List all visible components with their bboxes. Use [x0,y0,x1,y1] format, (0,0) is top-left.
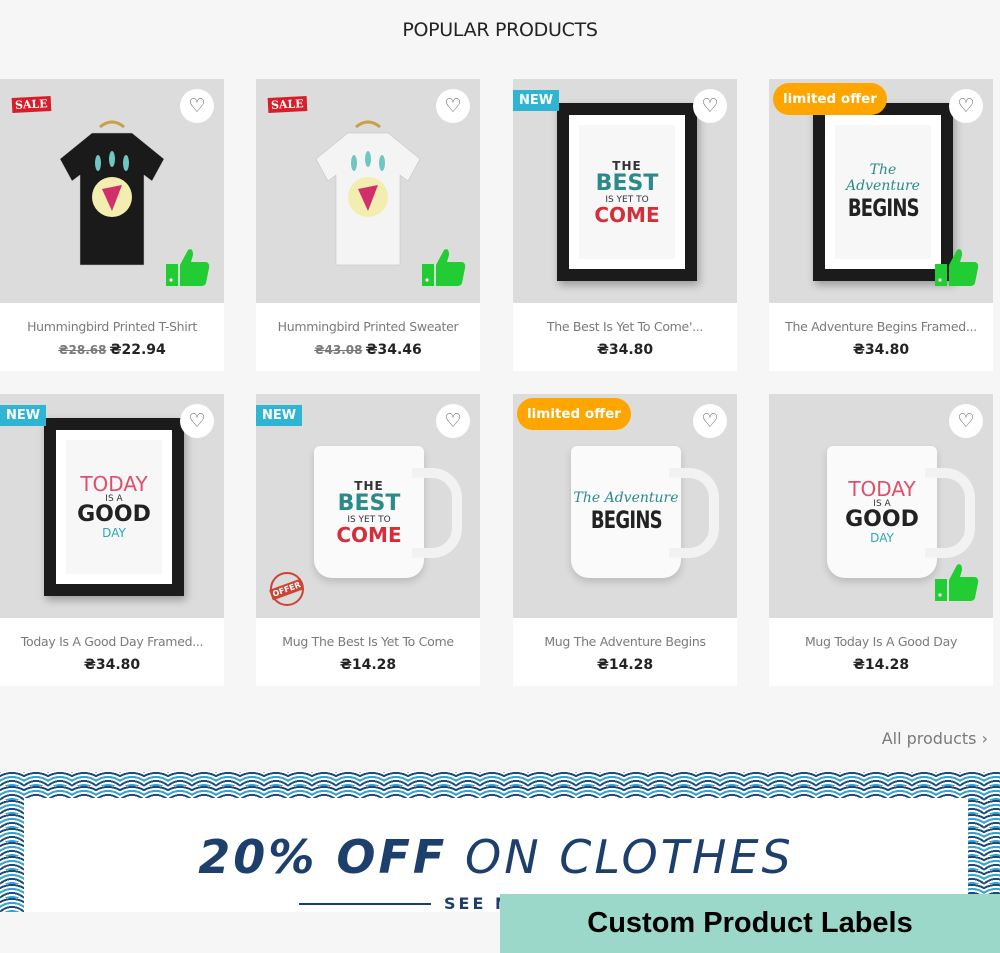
product-image[interactable]: The Adventure BEGINS limited offer ♡ [513,394,737,618]
current-price: ₴34.80 [83,657,141,673]
tshirt-image [59,120,165,266]
product-price: ₴43.08 ₴34.46 [256,342,480,358]
product-name[interactable]: Mug Today Is A Good Day [769,634,993,649]
wishlist-heart-icon[interactable]: ♡ [180,89,214,123]
current-price: ₴34.46 [365,342,422,358]
poster-text: BEST [595,171,659,196]
product-card[interactable]: THE BEST IS YET TO COME NEW ♡ The Best Is Ye… [513,79,737,371]
product-name[interactable]: Mug The Best Is Yet To Come [256,634,480,649]
product-card[interactable]: THE BEST IS YET TO COME NEW OFFER ♡ Mug The … [256,394,480,686]
poster-text: TODAY [848,477,916,501]
poster-text: The Adventure [846,162,920,194]
wishlist-heart-icon[interactable]: ♡ [436,404,470,438]
poster-text: DAY [102,526,126,540]
mug-image: THE BEST IS YET TO COME [314,446,462,578]
product-image[interactable]: TODAY IS A GOOD DAY NEW ♡ [0,394,224,618]
product-price: ₴34.80 [513,342,737,358]
product-name[interactable]: Hummingbird Printed Sweater [256,319,480,334]
banner-divider [299,903,431,905]
product-image[interactable]: THE BEST IS YET TO COME NEW ♡ [513,79,737,303]
product-image[interactable]: SALE ♡ [0,79,224,303]
thumbs-up-icon [935,247,979,287]
thumbs-up-icon [166,247,210,287]
product-image[interactable]: The Adventure BEGINS limited offer ♡ [769,79,993,303]
all-products-link[interactable]: All products › [882,729,988,748]
limited-badge: limited offer [517,398,631,430]
framed-poster-image: The Adventure BEGINS [813,103,953,281]
wishlist-heart-icon[interactable]: ♡ [180,404,214,438]
old-price: ₴28.68 [58,343,107,357]
promo-banner[interactable]: 20% OFF ON CLOTHES SEE M [0,772,1000,913]
thumbs-up-icon [935,562,979,602]
poster-text: COME [594,203,660,227]
new-badge: NEW [513,90,560,111]
product-name[interactable]: The Adventure Begins Framed... [769,319,993,334]
framed-poster-image: THE BEST IS YET TO COME [557,103,697,281]
poster-text: COME [336,523,402,547]
product-price: ₴34.80 [769,342,993,358]
current-price: ₴22.94 [109,342,166,358]
chevron-right-icon: › [981,729,988,748]
new-badge: NEW [0,405,47,426]
product-image[interactable]: THE BEST IS YET TO COME NEW OFFER ♡ [256,394,480,618]
product-card[interactable]: The Adventure BEGINS limited offer ♡ Mug T… [513,394,737,686]
sweater-image [315,120,421,266]
thumbs-up-icon [422,247,466,287]
poster-text: DAY [870,531,894,545]
overlay-label: Custom Product Labels [500,894,1000,953]
sale-badge: SALE [11,95,51,114]
current-price: ₴14.28 [596,657,654,673]
product-card[interactable]: TODAY IS A GOOD DAY NEW ♡ Today Is A Good Da… [0,394,224,686]
banner-headline: 20% OFF ON CLOTHES [198,830,794,884]
sale-badge: SALE [267,95,307,114]
product-name[interactable]: Mug The Adventure Begins [513,634,737,649]
wishlist-heart-icon[interactable]: ♡ [436,89,470,123]
limited-badge: limited offer [773,83,887,115]
product-price: ₴34.80 [0,657,224,673]
section-title: POPULAR PRODUCTS [402,19,598,41]
product-card[interactable]: SALE ♡ Hummingbird Printed T-Shirt ₴28.6… [0,79,224,371]
product-name[interactable]: The Best Is Yet To Come'... [513,319,737,334]
product-image[interactable]: TODAY IS A GOOD DAY ♡ [769,394,993,618]
product-card[interactable]: The Adventure BEGINS limited offer ♡ The A… [769,79,993,371]
product-price: ₴14.28 [513,657,737,673]
product-name[interactable]: Today Is A Good Day Framed... [0,634,224,649]
poster-text: TODAY [80,472,148,496]
new-badge: NEW [256,405,303,426]
wishlist-heart-icon[interactable]: ♡ [949,404,983,438]
current-price: ₴34.80 [852,342,910,358]
framed-poster-image: TODAY IS A GOOD DAY [44,418,184,596]
offer-stamp-icon: OFFER [269,572,305,606]
poster-text: BEGINS [590,506,662,534]
product-price: ₴28.68 ₴22.94 [0,342,224,358]
current-price: ₴14.28 [852,657,910,673]
wishlist-heart-icon[interactable]: ♡ [693,404,727,438]
old-price: ₴43.08 [314,343,363,357]
mug-image: The Adventure BEGINS [571,446,719,578]
current-price: ₴14.28 [339,657,397,673]
poster-text: BEGINS [847,194,919,222]
product-name[interactable]: Hummingbird Printed T-Shirt [0,319,224,334]
wishlist-heart-icon[interactable]: ♡ [693,89,727,123]
poster-text: GOOD [845,507,919,532]
poster-text: GOOD [77,502,151,527]
mug-image: TODAY IS A GOOD DAY [827,446,975,578]
product-card[interactable]: SALE ♡ Hummingbird Printed Sweater ₴43.0… [256,79,480,371]
product-price: ₴14.28 [256,657,480,673]
current-price: ₴34.80 [596,342,654,358]
product-image[interactable]: SALE ♡ [256,79,480,303]
product-card[interactable]: TODAY IS A GOOD DAY ♡ Mug Today Is A Good D… [769,394,993,686]
product-price: ₴14.28 [769,657,993,673]
poster-text: The Adventure [573,490,679,506]
wishlist-heart-icon[interactable]: ♡ [949,89,983,123]
poster-text: BEST [337,491,401,516]
